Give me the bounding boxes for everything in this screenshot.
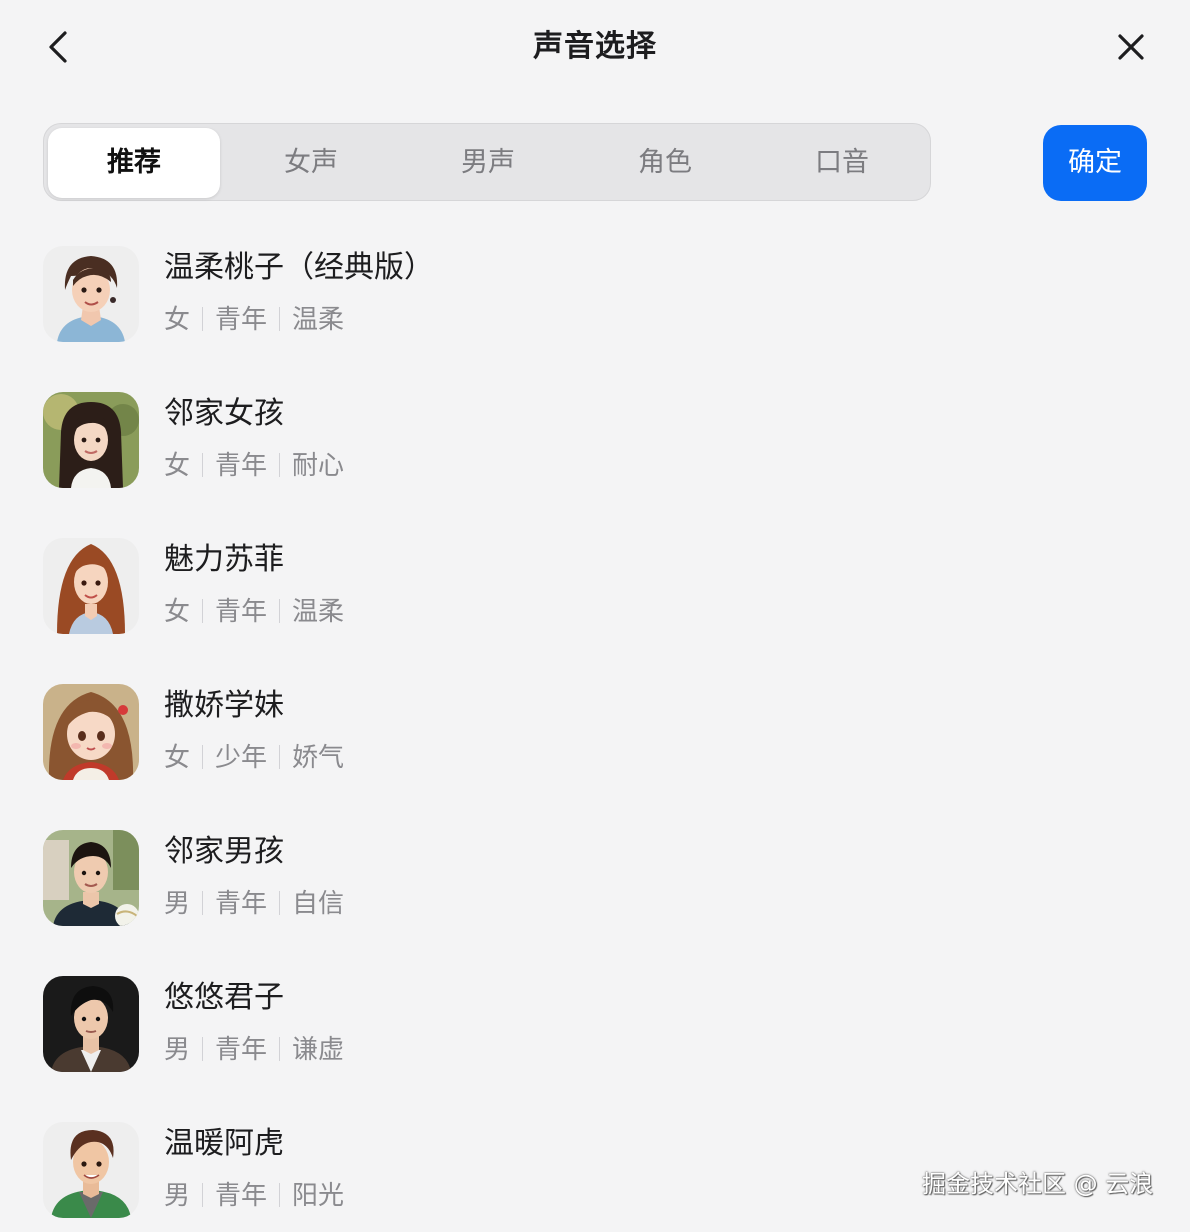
style-tag: 温柔 [292, 305, 345, 335]
tag-divider [279, 745, 281, 769]
style-tag: 阳光 [292, 1181, 345, 1211]
watermark: 掘金技术社区 @ 云浪 [922, 1170, 1154, 1198]
close-button[interactable] [1110, 26, 1152, 68]
voice-tags: 男青年 自信 [164, 886, 344, 922]
voice-tags: 男青年 谦虚 [164, 1032, 344, 1068]
tag-divider [279, 453, 281, 477]
style-tag: 温柔 [292, 597, 345, 627]
voice-name: 温柔桃子（经典版） [164, 250, 434, 285]
voice-tags: 女少年 娇气 [164, 740, 344, 776]
gender-tag: 女 [164, 305, 191, 335]
voice-item[interactable]: 温柔桃子（经典版） 女青年 温柔 [0, 246, 1190, 356]
voice-name: 魅力苏菲 [164, 542, 284, 577]
gender-tag: 女 [164, 743, 191, 773]
voice-item[interactable]: 邻家女孩 女青年 耐心 [0, 392, 1190, 502]
tag-divider [202, 453, 204, 477]
style-tag: 自信 [292, 889, 345, 919]
tag-divider [202, 745, 204, 769]
voice-item[interactable]: 撒娇学妹 女少年 娇气 [0, 684, 1190, 794]
category-tabs: 推荐 女声 男声 角色 口音 [43, 123, 931, 201]
avatar [43, 538, 139, 634]
tag-divider [279, 1183, 281, 1207]
tag-divider [202, 891, 204, 915]
avatar [43, 1122, 139, 1218]
style-tag: 娇气 [292, 743, 345, 773]
gender-tag: 男 [164, 1181, 191, 1211]
tag-divider [279, 1037, 281, 1061]
tag-divider [279, 307, 281, 331]
voice-tags: 男青年 阳光 [164, 1178, 344, 1214]
gender-tag: 女 [164, 451, 191, 481]
gender-tag: 男 [164, 889, 191, 919]
avatar [43, 684, 139, 780]
avatar [43, 830, 139, 926]
voice-tags: 女青年 温柔 [164, 594, 344, 630]
age-tag: 青年 [215, 597, 268, 627]
tag-divider [202, 307, 204, 331]
age-tag: 少年 [215, 743, 268, 773]
gender-tag: 男 [164, 1035, 191, 1065]
voice-name: 邻家男孩 [164, 834, 284, 869]
voice-item[interactable]: 邻家男孩 男青年 自信 [0, 830, 1190, 940]
close-icon [1118, 34, 1144, 60]
tab-female-voice[interactable]: 女声 [225, 128, 397, 198]
gender-tag: 女 [164, 597, 191, 627]
voice-name: 温暖阿虎 [164, 1126, 284, 1161]
avatar [43, 246, 139, 342]
voice-tags: 女青年 温柔 [164, 302, 344, 338]
tab-character[interactable]: 角色 [579, 128, 751, 198]
age-tag: 青年 [215, 451, 268, 481]
tag-divider [279, 891, 281, 915]
voice-name: 悠悠君子 [164, 980, 284, 1015]
tab-recommended[interactable]: 推荐 [48, 128, 220, 198]
tag-divider [202, 1183, 204, 1207]
age-tag: 青年 [215, 305, 268, 335]
tag-divider [279, 599, 281, 623]
header: 声音选择 [0, 0, 1190, 96]
avatar [43, 976, 139, 1072]
confirm-button[interactable]: 确定 [1043, 125, 1147, 201]
voice-tags: 女青年 耐心 [164, 448, 344, 484]
tab-male-voice[interactable]: 男声 [402, 128, 574, 198]
voice-item[interactable]: 魅力苏菲 女青年 温柔 [0, 538, 1190, 648]
voice-name: 邻家女孩 [164, 396, 284, 431]
page-title: 声音选择 [533, 29, 657, 64]
age-tag: 青年 [215, 1035, 268, 1065]
tab-accent[interactable]: 口音 [756, 128, 928, 198]
voice-item[interactable]: 悠悠君子 男青年 谦虚 [0, 976, 1190, 1086]
style-tag: 耐心 [292, 451, 345, 481]
age-tag: 青年 [215, 889, 268, 919]
tag-divider [202, 1037, 204, 1061]
voice-name: 撒娇学妹 [164, 688, 284, 723]
avatar [43, 392, 139, 488]
style-tag: 谦虚 [292, 1035, 345, 1065]
tag-divider [202, 599, 204, 623]
age-tag: 青年 [215, 1181, 268, 1211]
